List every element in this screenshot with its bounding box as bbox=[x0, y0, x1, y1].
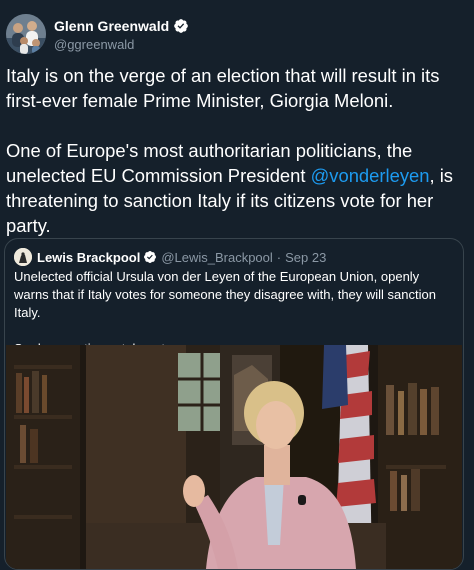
author-avatar[interactable] bbox=[6, 14, 46, 54]
quoted-tweet-paragraph: Unelected official Ursula von der Leyen … bbox=[14, 269, 436, 320]
quoted-author-handle[interactable]: @Lewis_Brackpool bbox=[161, 250, 272, 265]
tweet-header: Glenn Greenwald @ggreenwald bbox=[6, 14, 189, 54]
quoted-tweet-video-thumbnail[interactable] bbox=[6, 345, 462, 569]
tweet-paragraph: One of Europe's most authoritarian polit… bbox=[6, 138, 468, 238]
quoted-author-display-name[interactable]: Lewis Brackpool bbox=[37, 250, 140, 265]
verified-badge-icon bbox=[174, 19, 188, 33]
quoted-tweet-header: Lewis Brackpool @Lewis_Brackpool · Sep 2… bbox=[14, 248, 326, 266]
author-display-name[interactable]: Glenn Greenwald bbox=[54, 18, 169, 34]
quoted-author-avatar[interactable] bbox=[14, 248, 32, 266]
author-handle[interactable]: @ggreenwald bbox=[54, 37, 189, 52]
separator-dot: · bbox=[276, 249, 282, 265]
tweet-paragraph: Italy is on the verge of an election tha… bbox=[6, 65, 440, 111]
quoted-tweet-date[interactable]: Sep 23 bbox=[285, 250, 326, 265]
verified-badge-icon bbox=[144, 251, 157, 263]
quoted-tweet[interactable]: Lewis Brackpool @Lewis_Brackpool · Sep 2… bbox=[4, 238, 464, 570]
mention-link[interactable]: @vonderleyen bbox=[311, 165, 430, 186]
tweet-text: Italy is on the verge of an election tha… bbox=[6, 63, 468, 238]
